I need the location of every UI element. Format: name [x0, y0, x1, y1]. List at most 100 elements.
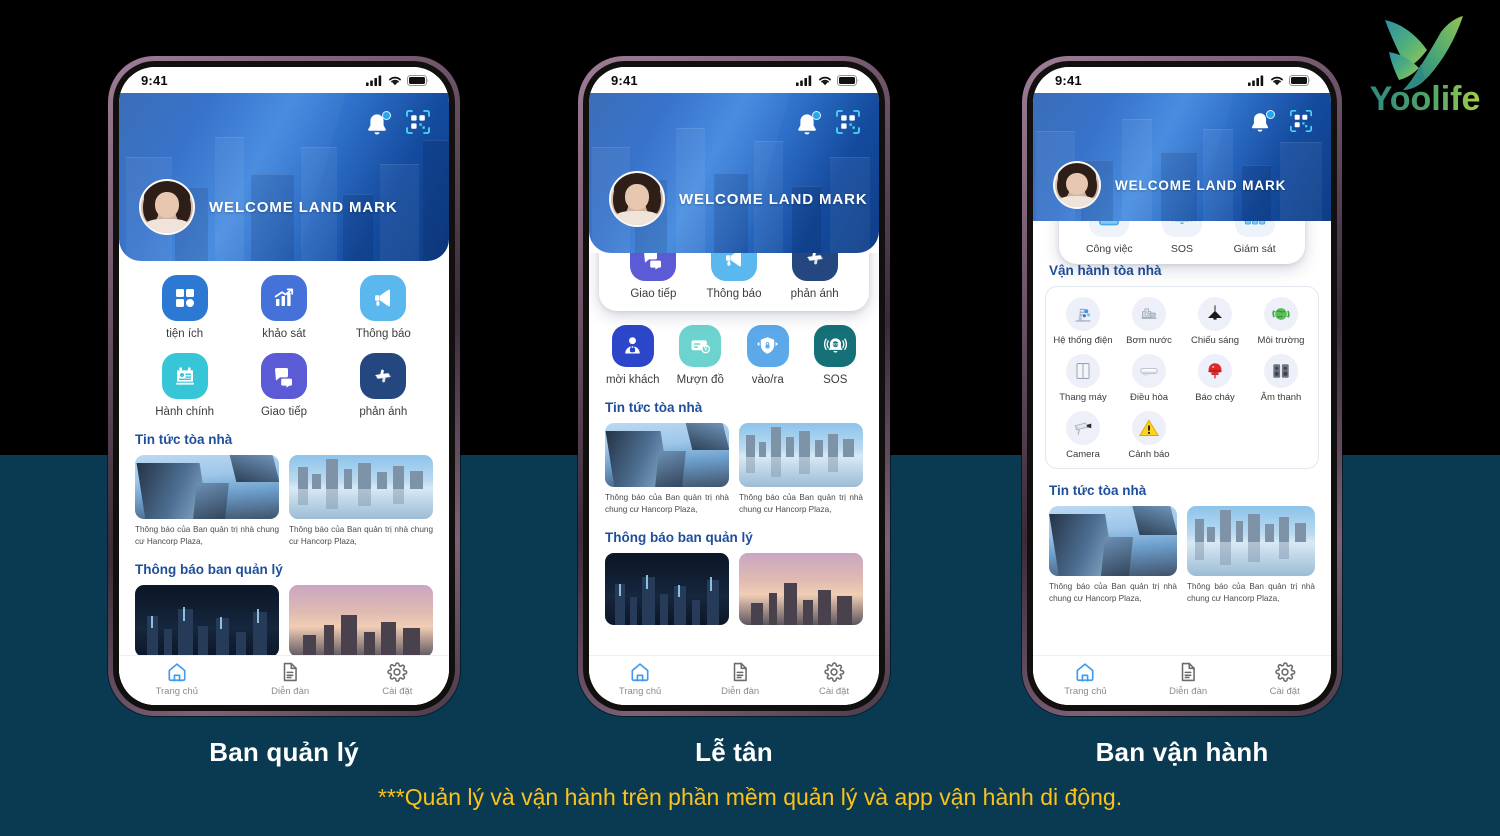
qr-scan-icon[interactable]: [405, 109, 431, 140]
poster-stage: Yoolife 9:41 WELCOME LAND MARK tiện ích …: [0, 0, 1500, 836]
app-tile-sos[interactable]: SOS SOS: [802, 324, 870, 387]
app-tile-thong-bao[interactable]: Thông báo: [694, 253, 775, 301]
op-label: Môi trường: [1257, 335, 1305, 346]
tab-trang-chu[interactable]: Trang chủ: [1064, 661, 1107, 697]
op-label: Âm thanh: [1260, 391, 1302, 403]
app-label: tiện ích: [166, 328, 204, 340]
tab-trang-chu[interactable]: Trang chủ: [156, 661, 198, 697]
avatar[interactable]: [139, 179, 195, 235]
op-tile-bom-nuoc[interactable]: Bơm nước: [1116, 297, 1182, 346]
briefcase-icon: [1089, 221, 1130, 237]
battery-icon: [1289, 74, 1311, 86]
tab-trang-chu[interactable]: Trang chủ: [619, 661, 661, 697]
bottom-tab-bar: Trang chủ Diễn đàn Cài đặt: [1033, 655, 1331, 705]
tab-cai-dat[interactable]: Cài đặt: [382, 661, 412, 697]
app-label: phản ánh: [790, 288, 839, 300]
app-tile-phan-anh[interactable]: phản ánh: [774, 253, 855, 301]
news-card[interactable]: Thông báo của Ban quản trị nhà chung cư …: [739, 423, 863, 515]
op-tile-camera[interactable]: Camera: [1050, 410, 1116, 460]
op-label: Báo cháy: [1195, 391, 1235, 403]
sos-alarm-icon: SOS: [814, 324, 857, 367]
app-tile-phan-anh[interactable]: phản ánh: [334, 352, 433, 419]
tab-cai-dat[interactable]: Cài đặt: [1270, 661, 1300, 697]
news-caption: Thông báo của Ban quản trị nhà chung cư …: [1187, 581, 1315, 603]
battery-icon: [837, 74, 859, 86]
header-actions[interactable]: [795, 109, 861, 140]
op-tile-he-thong-dien[interactable]: Hệ thống điện: [1050, 297, 1116, 346]
bottom-tab-bar: Trang chủ Diễn đàn Cài đặt: [119, 655, 449, 705]
avatar[interactable]: [609, 171, 665, 227]
tab-label: Trang chủ: [155, 685, 198, 697]
chat-bubbles-icon: [260, 352, 307, 399]
qr-scan-icon[interactable]: [835, 109, 861, 140]
news-card[interactable]: Thông báo của Ban quản trị nhà chung cư …: [289, 455, 433, 547]
op-tile-am-thanh[interactable]: Âm thanh: [1248, 353, 1314, 403]
news-card[interactable]: Thông báo của Ban quản trị nhà chung cư …: [135, 455, 279, 547]
announcement-card[interactable]: [605, 552, 729, 625]
welcome-title: WELCOME LAND MARK: [209, 198, 398, 216]
op-label: Bơm nước: [1126, 335, 1172, 346]
app-label: Giao tiếp: [630, 288, 677, 300]
tab-dien-dan[interactable]: Diễn đàn: [721, 661, 759, 697]
megaphone-icon: [710, 253, 757, 281]
grid-apps-icon: [161, 275, 208, 321]
op-tile-bao-chay[interactable]: Báo cháy: [1182, 353, 1248, 403]
header-actions[interactable]: [1249, 109, 1313, 138]
warning-triangle-icon: [1132, 410, 1166, 445]
op-label: Camera: [1066, 448, 1100, 460]
op-tile-moi-truong[interactable]: Môi trường: [1248, 297, 1314, 346]
op-tile-canh-bao[interactable]: Cảnh báo: [1116, 410, 1182, 460]
op-tile-thang-may[interactable]: Thang máy: [1050, 353, 1116, 403]
tab-dien-dan[interactable]: Diễn đàn: [271, 661, 309, 697]
app-tile-sos[interactable]: SOS SOS: [1146, 221, 1219, 256]
screen-content: Công việc SOS SOS Giám sát: [1033, 221, 1331, 705]
app-tile-tien-ich[interactable]: tiện ích: [135, 275, 234, 341]
tab-dien-dan[interactable]: Diễn đàn: [1169, 661, 1207, 697]
avatar[interactable]: [1053, 161, 1101, 209]
app-tile-thong-bao[interactable]: Thông báo: [334, 275, 433, 341]
app-tile-muon-do[interactable]: Mượn đồ: [667, 324, 735, 387]
news-caption: Thông báo của Ban quản trị nhà chung cư …: [135, 525, 279, 546]
app-tile-khao-sat[interactable]: khảo sát: [234, 275, 333, 341]
app-tile-giao-tiep[interactable]: Giao tiếp: [234, 352, 333, 419]
app-screen-2: 9:41 WELCOME LAND MARK Giao tiếp Thông b…: [589, 67, 879, 705]
status-bar: 9:41: [1033, 67, 1331, 93]
welcome-row: WELCOME LAND MARK: [609, 171, 868, 227]
announcement-card[interactable]: [289, 584, 433, 657]
op-tile-chieu-sang[interactable]: Chiếu sáng: [1182, 297, 1248, 346]
app-tile-cong-viec[interactable]: Công việc: [1073, 221, 1146, 256]
announcement-card[interactable]: [135, 584, 279, 657]
phone-mockup-operations: 9:41 WELCOME LAND MARK Công việc SOS Giá…: [1022, 56, 1342, 716]
tab-label: Cài đặt: [1269, 685, 1300, 697]
app-tile-giam-sat[interactable]: Giám sát: [1218, 221, 1291, 256]
app-tile-vao-ra[interactable]: vào/ra: [734, 324, 802, 387]
wifi-icon: [819, 76, 831, 85]
app-label: vào/ra: [751, 373, 784, 386]
news-thumbnail: [739, 423, 863, 488]
notification-bell-icon[interactable]: [795, 110, 821, 138]
news-card[interactable]: Thông báo của Ban quản trị nhà chung cư …: [605, 423, 729, 515]
announcement-thumbnail: [605, 552, 729, 625]
app-tile-giao-tiep[interactable]: Giao tiếp: [613, 253, 694, 301]
op-label: Chiếu sáng: [1190, 335, 1240, 346]
header-actions[interactable]: [365, 109, 431, 140]
app-tile-hanh-chinh[interactable]: Hành chính: [135, 352, 234, 419]
news-thumbnail: [605, 423, 729, 488]
app-label: Thông báo: [706, 288, 762, 300]
announcement-card[interactable]: [739, 552, 863, 625]
app-tile-moi-khach[interactable]: mời khách: [599, 324, 667, 387]
op-label: Cảnh báo: [1128, 448, 1170, 460]
news-card[interactable]: Thông báo của Ban quản trị nhà chung cư …: [1187, 505, 1315, 604]
tab-cai-dat[interactable]: Cài đặt: [819, 661, 849, 697]
news-card[interactable]: Thông báo của Ban quản trị nhà chung cư …: [1049, 505, 1177, 604]
svg-text:SOS: SOS: [832, 343, 840, 347]
air-conditioner-icon: [1132, 353, 1166, 388]
op-tile-dieu-hoa[interactable]: Điều hòa: [1116, 353, 1182, 403]
notification-bell-icon[interactable]: [1249, 109, 1275, 137]
qr-scan-icon[interactable]: [1289, 109, 1313, 138]
announcement-section-title: Thông báo ban quản lý: [605, 529, 753, 545]
document-icon: [733, 662, 747, 681]
notification-bell-icon[interactable]: [365, 110, 391, 138]
welcome-row: WELCOME LAND MARK: [1053, 161, 1286, 209]
home-icon: [631, 662, 649, 682]
